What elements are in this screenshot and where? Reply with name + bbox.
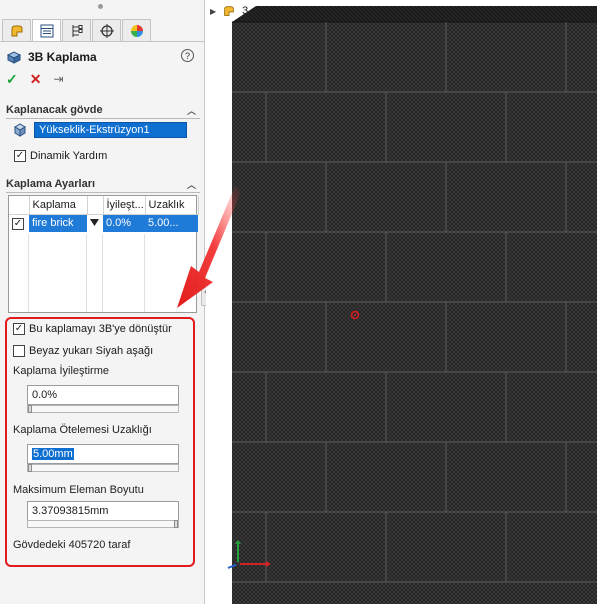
convert-3d-checkbox-row[interactable]: ✓ Bu kaplamayı 3B'ye dönüştür xyxy=(13,323,172,335)
manager-tabs xyxy=(2,19,152,41)
app-window: 3B Kaplama ? ✓ ✕ ⇥ Kaplanacak gövde ︿ Yü… xyxy=(0,0,597,604)
white-up-checkbox[interactable] xyxy=(13,345,25,357)
convert-3d-label: Bu kaplamayı 3B'ye dönüştür xyxy=(29,323,172,335)
cancel-button[interactable]: ✕ xyxy=(30,72,42,86)
configuration-manager-icon xyxy=(72,24,82,37)
section-divider xyxy=(6,118,200,119)
cell-texture[interactable]: fire brick xyxy=(29,214,87,232)
dynamic-help-checkbox-row[interactable]: ✓ Dinamik Yardım xyxy=(14,150,107,162)
face-count-text: Gövdedeki 405720 taraf xyxy=(13,539,131,551)
graphics-viewport[interactable]: ▶ 3 xyxy=(206,0,597,604)
refinement-input[interactable]: 0.0% xyxy=(27,385,179,405)
offset-slider[interactable] xyxy=(27,464,179,472)
offset-label: Kaplama Ötelemesi Uzaklığı xyxy=(13,424,152,436)
body-selection-icon xyxy=(14,123,26,137)
slider-thumb[interactable] xyxy=(28,405,32,413)
max-element-slider[interactable] xyxy=(27,520,179,528)
dynamic-help-label: Dinamik Yardım xyxy=(30,150,108,162)
refinement-slider[interactable] xyxy=(27,405,179,413)
action-buttons: ✓ ✕ ⇥ xyxy=(6,72,64,86)
column-header-texture[interactable]: Kaplama xyxy=(29,196,88,215)
dimxpert-icon xyxy=(99,23,114,38)
cell-refinement[interactable]: 0.0% xyxy=(103,214,145,232)
max-element-input[interactable]: 3.37093815mm xyxy=(27,501,179,521)
texture-dropdown-icon[interactable] xyxy=(89,217,100,227)
dynamic-help-checkbox[interactable]: ✓ xyxy=(14,150,26,162)
feature-manager-icon xyxy=(11,25,22,36)
offset-input[interactable]: 5.00mm xyxy=(27,444,179,464)
tab-configuration-manager[interactable] xyxy=(62,19,91,41)
white-up-checkbox-row[interactable]: Beyaz yukarı Siyah aşağı xyxy=(13,345,153,357)
tab-property-manager[interactable] xyxy=(32,19,61,41)
refinement-label: Kaplama İyileştirme xyxy=(13,365,109,377)
slider-thumb[interactable] xyxy=(174,520,178,528)
section-header-body[interactable]: Kaplanacak gövde ︿ xyxy=(6,102,200,118)
tab-divider xyxy=(0,41,204,42)
section-title-settings: Kaplama Ayarları xyxy=(6,178,96,190)
display-manager-icon xyxy=(130,24,143,37)
section-title-body: Kaplanacak gövde xyxy=(6,104,103,116)
page-title: 3B Kaplama xyxy=(28,50,97,64)
max-element-label: Maksimum Eleman Boyutu xyxy=(13,484,144,496)
panel-grip[interactable] xyxy=(98,4,103,9)
callout-arrow-icon xyxy=(177,186,241,308)
ok-button[interactable]: ✓ xyxy=(6,72,18,86)
property-manager-icon xyxy=(40,24,53,37)
body-selection-field[interactable]: Yükseklik-Ekstrüzyon1 xyxy=(34,122,187,138)
tab-dimxpert-manager[interactable] xyxy=(92,19,121,41)
help-icon[interactable]: ? xyxy=(181,49,194,62)
white-up-label: Beyaz yukarı Siyah aşağı xyxy=(29,345,154,357)
column-header-refinement[interactable]: İyileşt... xyxy=(103,196,146,215)
highlight-frame: ✓ Bu kaplamayı 3B'ye dönüştür Beyaz yuka… xyxy=(5,317,195,567)
slider-thumb[interactable] xyxy=(28,464,32,472)
tab-display-manager[interactable] xyxy=(122,19,151,41)
row-checkbox[interactable]: ✓ xyxy=(12,217,24,230)
feature-title-row: 3B Kaplama ? xyxy=(6,47,201,67)
pin-button[interactable]: ⇥ xyxy=(53,72,63,86)
chevron-up-icon[interactable]: ︿ xyxy=(187,104,196,117)
offset-value: 5.00mm xyxy=(32,448,74,460)
3d-texture-icon xyxy=(6,51,22,64)
brick-wall-model[interactable] xyxy=(206,0,597,604)
axis-triad-icon xyxy=(227,540,271,569)
tab-feature-manager[interactable] xyxy=(2,19,31,41)
convert-3d-checkbox[interactable]: ✓ xyxy=(13,323,25,335)
